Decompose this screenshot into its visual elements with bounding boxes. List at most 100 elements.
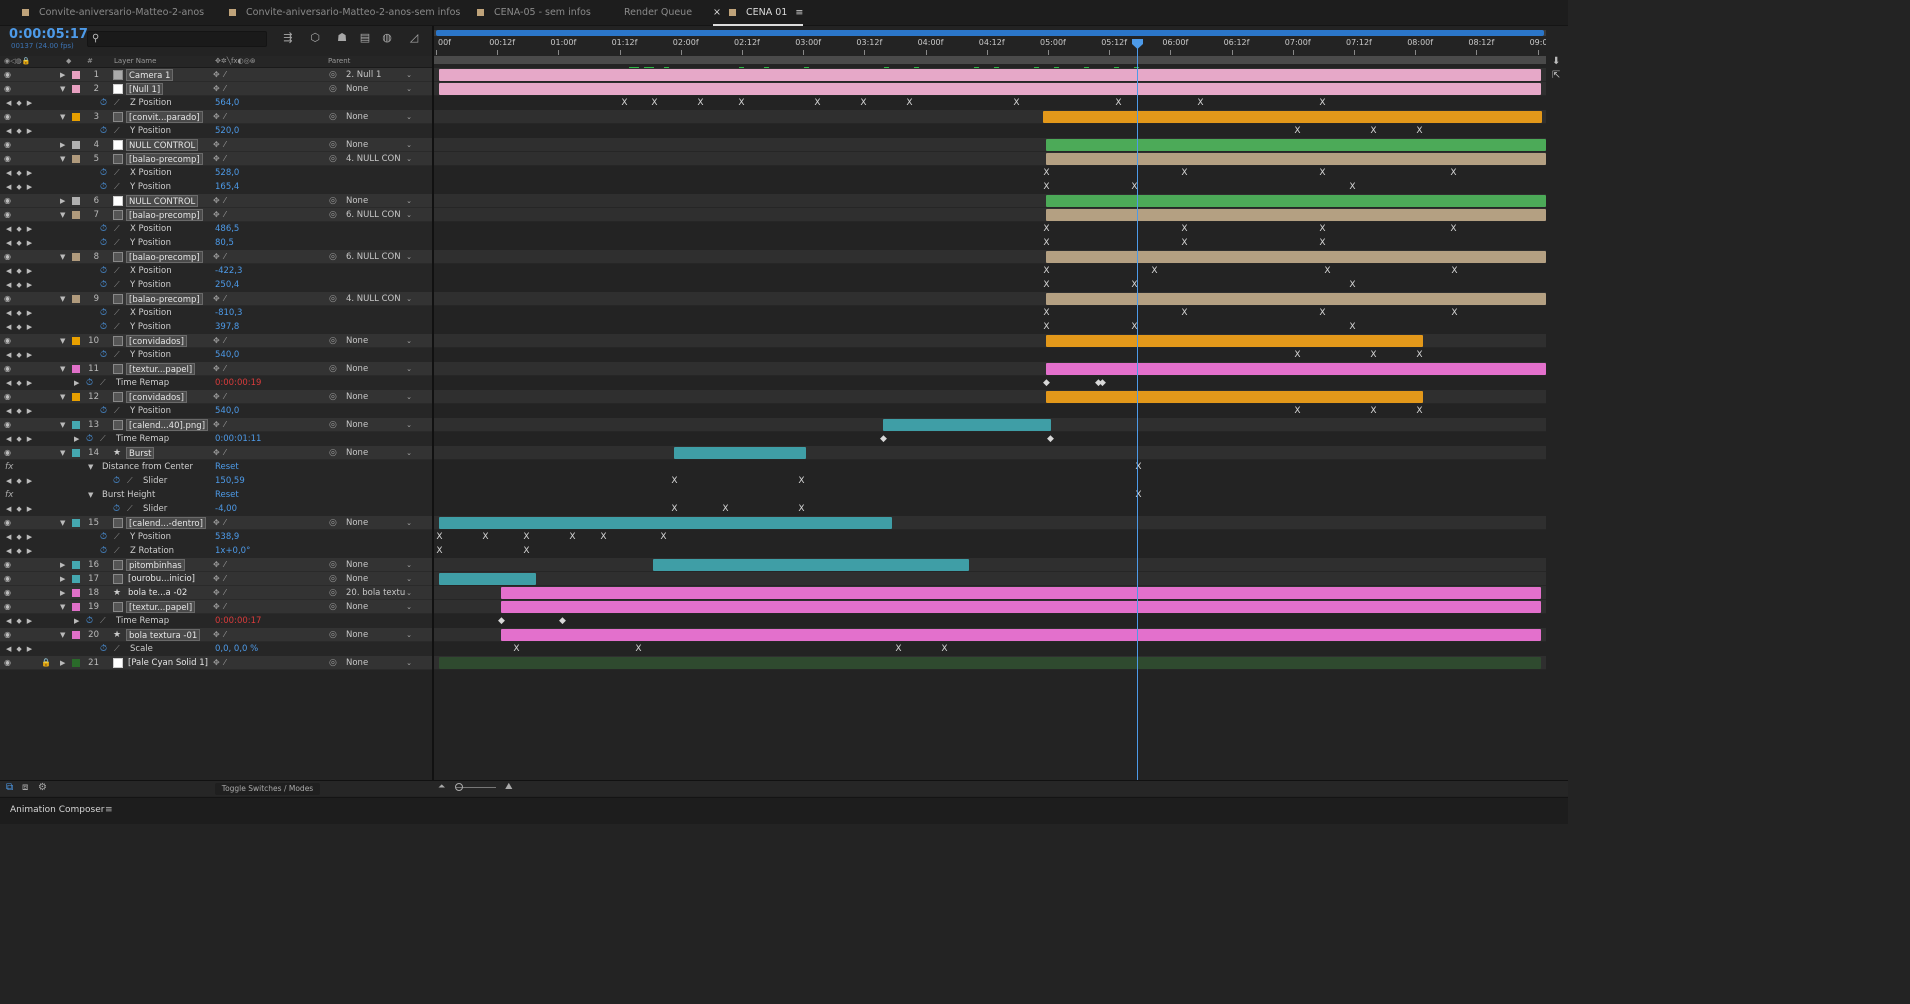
layer-duration-bar[interactable] xyxy=(439,69,1541,81)
layer-name[interactable]: [textur...papel] xyxy=(126,601,196,613)
pick-whip-icon[interactable]: ◎ xyxy=(329,250,337,264)
layer-row[interactable]: ◉ ▼ 11 [textur...papel] ✥ ⁄ ◎ None ⌄ xyxy=(0,362,432,376)
keyframe-icon[interactable]: ꓫ xyxy=(1043,265,1050,277)
parent-dropdown[interactable]: 4. NULL CON ⌄ xyxy=(346,292,414,306)
av-features-icon[interactable]: ◉◁◍🔒 xyxy=(4,57,30,65)
layer-name[interactable]: [Null 1] xyxy=(126,83,164,95)
keyframe-icon[interactable]: ꓫ xyxy=(1043,279,1050,291)
keyframe-icon[interactable]: ꓫ xyxy=(482,531,489,543)
expand-arrow-icon[interactable]: ▼ xyxy=(88,460,93,474)
layer-duration-bar[interactable] xyxy=(1046,209,1546,221)
layer-switches[interactable]: ✥ ⁄ xyxy=(213,292,227,306)
layer-row[interactable]: ◉ ▼ 8 [balao-precomp] ✥ ⁄ ◎ 6. NULL CON ⌄ xyxy=(0,250,432,264)
stopwatch-icon[interactable]: ⏱ xyxy=(100,264,107,278)
keyframe-navigator[interactable]: ◀◆▶ xyxy=(6,432,37,446)
expand-arrow-icon[interactable]: ▼ xyxy=(60,362,65,376)
parent-dropdown[interactable]: None ⌄ xyxy=(346,446,414,460)
visibility-eye-icon[interactable]: ◉ xyxy=(4,516,14,530)
parent-dropdown[interactable]: None ⌄ xyxy=(346,390,414,404)
property-row[interactable]: ◀◆▶ ⏱ ⟋ Z Rotation 1x+0,0° xyxy=(0,544,432,558)
expand-arrow-icon[interactable]: ▼ xyxy=(60,82,65,96)
layer-row[interactable]: ◉ ▼ 7 [balao-precomp] ✥ ⁄ ◎ 6. NULL CON ⌄ xyxy=(0,208,432,222)
visibility-eye-icon[interactable]: ◉ xyxy=(4,586,14,600)
stopwatch-icon[interactable]: ⏱ xyxy=(100,348,107,362)
label-color-swatch[interactable] xyxy=(72,519,80,527)
graph-icon[interactable]: ⟋ xyxy=(114,530,120,544)
layer-row[interactable]: ◉ ▼ 19 [textur...papel] ✥ ⁄ ◎ None ⌄ xyxy=(0,600,432,614)
label-color-swatch[interactable] xyxy=(72,85,80,93)
keyframe-navigator[interactable]: ◀◆▶ xyxy=(6,320,37,334)
render-time-icon[interactable]: ⚙ xyxy=(38,782,47,793)
keyframe-icon[interactable]: ꓫ xyxy=(1294,405,1301,417)
transfer-controls-icon[interactable]: ⧈ xyxy=(22,782,28,793)
property-row[interactable]: ◀◆▶ ⏱ ⟋ Y Position 520,0 xyxy=(0,124,432,138)
layer-duration-bar[interactable] xyxy=(1046,153,1546,165)
parent-dropdown[interactable]: None ⌄ xyxy=(346,362,414,376)
visibility-eye-icon[interactable]: ◉ xyxy=(4,68,14,82)
visibility-eye-icon[interactable]: ◉ xyxy=(4,572,14,586)
layer-name[interactable]: [balao-precomp] xyxy=(126,293,203,305)
graph-icon[interactable]: ⟋ xyxy=(127,474,133,488)
layer-name[interactable]: [ourobu...inicio] xyxy=(126,573,197,585)
pick-whip-icon[interactable]: ◎ xyxy=(329,390,337,404)
property-value[interactable]: 528,0 xyxy=(215,166,239,180)
keyframe-icon[interactable]: ◆ xyxy=(1047,433,1054,445)
layer-name[interactable]: NULL CONTROL xyxy=(126,195,199,207)
keyframe-icon[interactable]: ꓫ xyxy=(1043,321,1050,333)
keyframe-icon[interactable]: ꓫ xyxy=(738,97,745,109)
pick-whip-icon[interactable]: ◎ xyxy=(329,194,337,208)
stopwatch-icon[interactable]: ⏱ xyxy=(113,474,120,488)
property-value[interactable]: 540,0 xyxy=(215,404,239,418)
keyframe-icon[interactable]: ꓫ xyxy=(1319,237,1326,249)
label-color-swatch[interactable] xyxy=(72,561,80,569)
keyframe-icon[interactable]: ꓫ xyxy=(1349,321,1356,333)
label-color-swatch[interactable] xyxy=(72,393,80,401)
property-row[interactable]: ◀◆▶ ⏱ ⟋ Y Position 540,0 xyxy=(0,348,432,362)
property-row[interactable]: ◀◆▶ ⏱ ⟋ X Position 486,5 xyxy=(0,222,432,236)
layer-row[interactable]: ◉ ▶ 1 Camera 1 ✥ ⁄ ◎ 2. Null 1 ⌄ xyxy=(0,68,432,82)
layer-duration-bar[interactable] xyxy=(501,587,1541,599)
parent-dropdown[interactable]: 6. NULL CON ⌄ xyxy=(346,250,414,264)
tab-render-queue[interactable]: Render Queue xyxy=(624,0,692,26)
keyframe-navigator[interactable]: ◀◆▶ xyxy=(6,474,37,488)
property-row[interactable]: ◀◆▶ ▶ ⏱ ⟋ Time Remap 0:00:00:17 xyxy=(0,614,432,628)
keyframe-icon[interactable]: ꓫ xyxy=(1370,349,1377,361)
toggle-switches-modes-button[interactable]: Toggle Switches / Modes xyxy=(215,783,320,795)
pick-whip-icon[interactable]: ◎ xyxy=(329,362,337,376)
keyframe-icon[interactable]: ꓫ xyxy=(1043,307,1050,319)
zoom-out-icon[interactable]: ⏶ xyxy=(438,782,445,792)
graph-icon[interactable]: ⟋ xyxy=(100,432,106,446)
layer-switches[interactable]: ✥ ⁄ xyxy=(213,68,227,82)
visibility-eye-icon[interactable]: ◉ xyxy=(4,446,14,460)
keyframe-icon[interactable]: ꓫ xyxy=(1370,405,1377,417)
expand-arrow-icon[interactable]: ▼ xyxy=(60,110,65,124)
stopwatch-icon[interactable]: ⏱ xyxy=(100,306,107,320)
visibility-eye-icon[interactable]: ◉ xyxy=(4,194,14,208)
pick-whip-icon[interactable]: ◎ xyxy=(329,68,337,82)
keyframe-icon[interactable]: ꓫ xyxy=(895,643,902,655)
expand-arrow-icon[interactable]: ▶ xyxy=(74,614,79,628)
stopwatch-icon[interactable]: ⏱ xyxy=(100,96,107,110)
pick-whip-icon[interactable]: ◎ xyxy=(329,516,337,530)
layer-name[interactable]: [calend...-dentro] xyxy=(126,517,206,529)
layer-switches[interactable]: ✥ ⁄ xyxy=(213,558,227,572)
visibility-eye-icon[interactable]: ◉ xyxy=(4,418,14,432)
property-row[interactable]: ◀◆▶ ⏱ ⟋ Y Position 540,0 xyxy=(0,404,432,418)
keyframe-icon[interactable]: ꓫ xyxy=(1043,181,1050,193)
graph-icon[interactable]: ⟋ xyxy=(114,124,120,138)
layer-switches-icon[interactable]: ⧉ xyxy=(6,782,13,793)
keyframe-icon[interactable]: ꓫ xyxy=(1181,307,1188,319)
property-value[interactable]: 1x+0,0° xyxy=(215,544,250,558)
search-input[interactable]: ⚲ xyxy=(87,31,267,47)
keyframe-navigator[interactable]: ◀◆▶ xyxy=(6,642,37,656)
layer-name[interactable]: bola textura -01 xyxy=(126,629,201,641)
layer-switches[interactable]: ✥ ⁄ xyxy=(213,152,227,166)
property-row[interactable]: ◀◆▶ ⏱ ⟋ Z Position 564,0 xyxy=(0,96,432,110)
reset-link[interactable]: Reset xyxy=(215,460,239,474)
layer-duration-bar[interactable] xyxy=(1043,111,1542,123)
lock-icon[interactable]: 🔒 xyxy=(41,656,51,670)
label-color-swatch[interactable] xyxy=(72,603,80,611)
keyframe-icon[interactable]: ◆ xyxy=(1099,377,1106,389)
layer-row[interactable]: ◉ ▼ 13 [calend...40].png] ✥ ⁄ ◎ None ⌄ xyxy=(0,418,432,432)
visibility-eye-icon[interactable]: ◉ xyxy=(4,208,14,222)
